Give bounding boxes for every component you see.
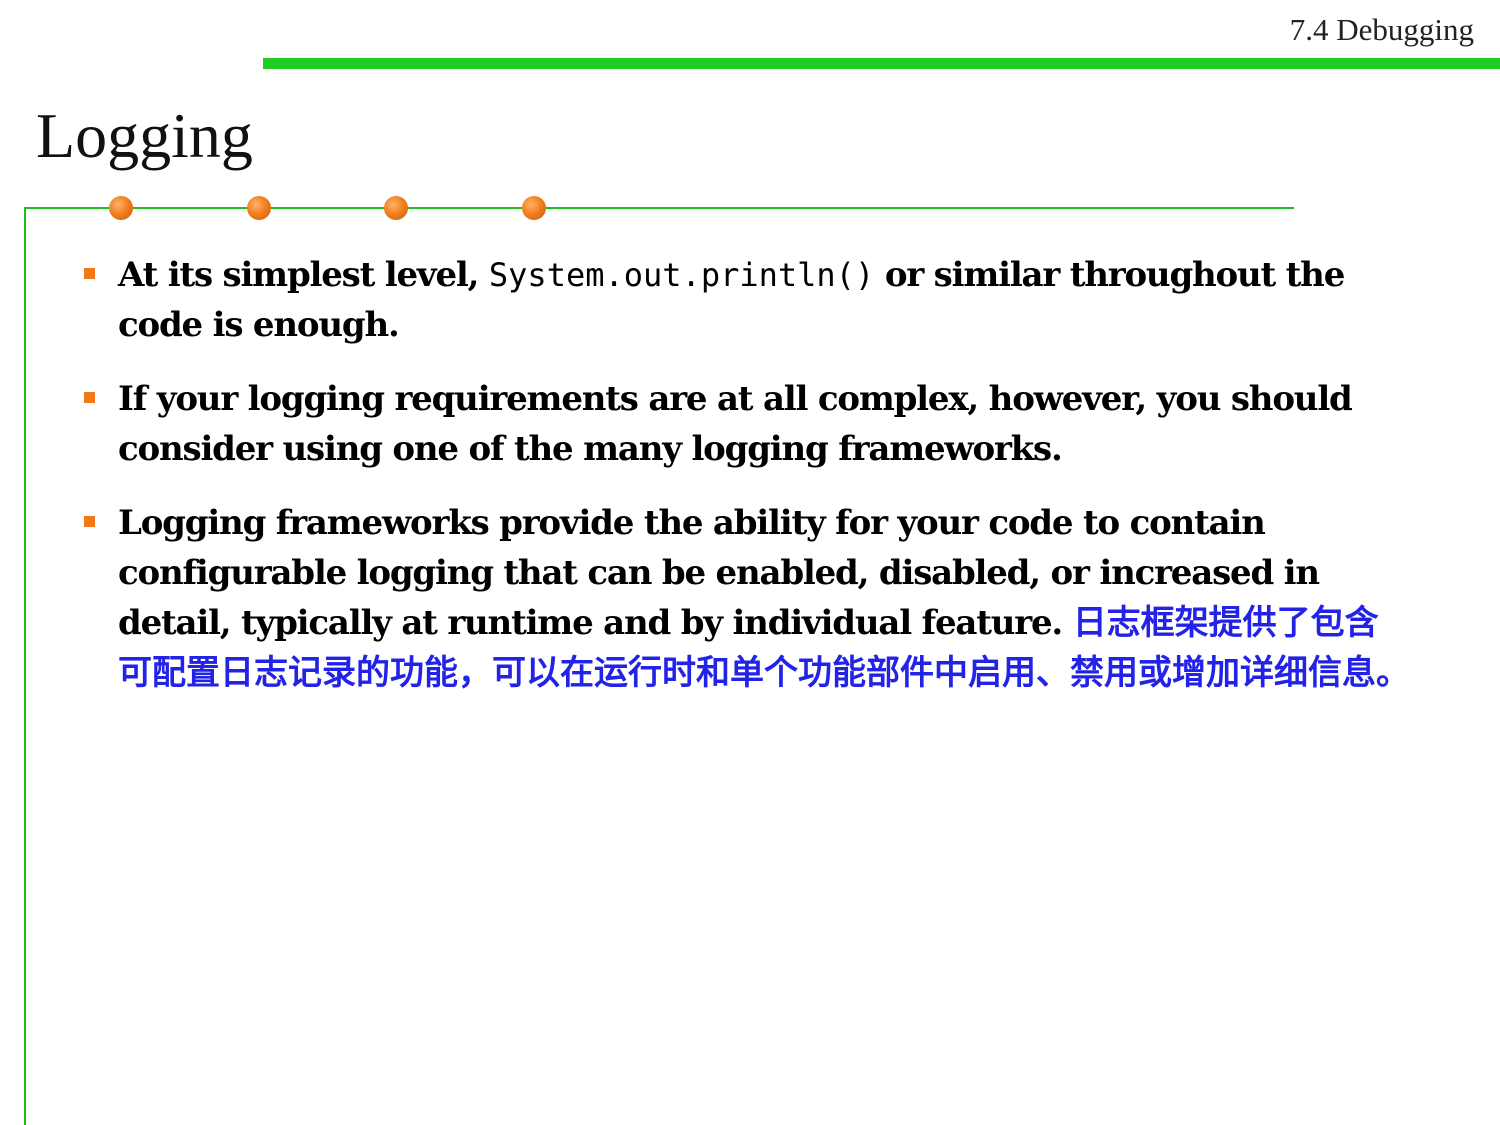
header-accent-bar <box>263 58 1500 69</box>
section-label: 7.4 Debugging <box>1289 12 1474 47</box>
title-underline <box>24 207 1294 209</box>
bullet-list: At its simplest level, System.out.printl… <box>82 250 1412 722</box>
bullet-item: Logging frameworks provide the ability f… <box>82 498 1412 698</box>
decorative-dot <box>109 196 133 220</box>
decorative-dot <box>384 196 408 220</box>
decorative-dot <box>522 196 546 220</box>
left-margin-rule <box>24 207 26 1125</box>
bullet-item: At its simplest level, System.out.printl… <box>82 250 1412 350</box>
bullet-item: If your logging requirements are at all … <box>82 374 1412 474</box>
code-snippet: System.out.println() <box>488 256 875 294</box>
bullet-text: At its simplest level, <box>118 255 489 295</box>
bullet-marker-icon <box>84 268 95 279</box>
bullet-marker-icon <box>84 516 95 527</box>
bullet-marker-icon <box>84 392 95 403</box>
slide-title: Logging <box>36 100 253 171</box>
bullet-text: If your logging requirements are at all … <box>118 379 1353 469</box>
decorative-dot <box>247 196 271 220</box>
